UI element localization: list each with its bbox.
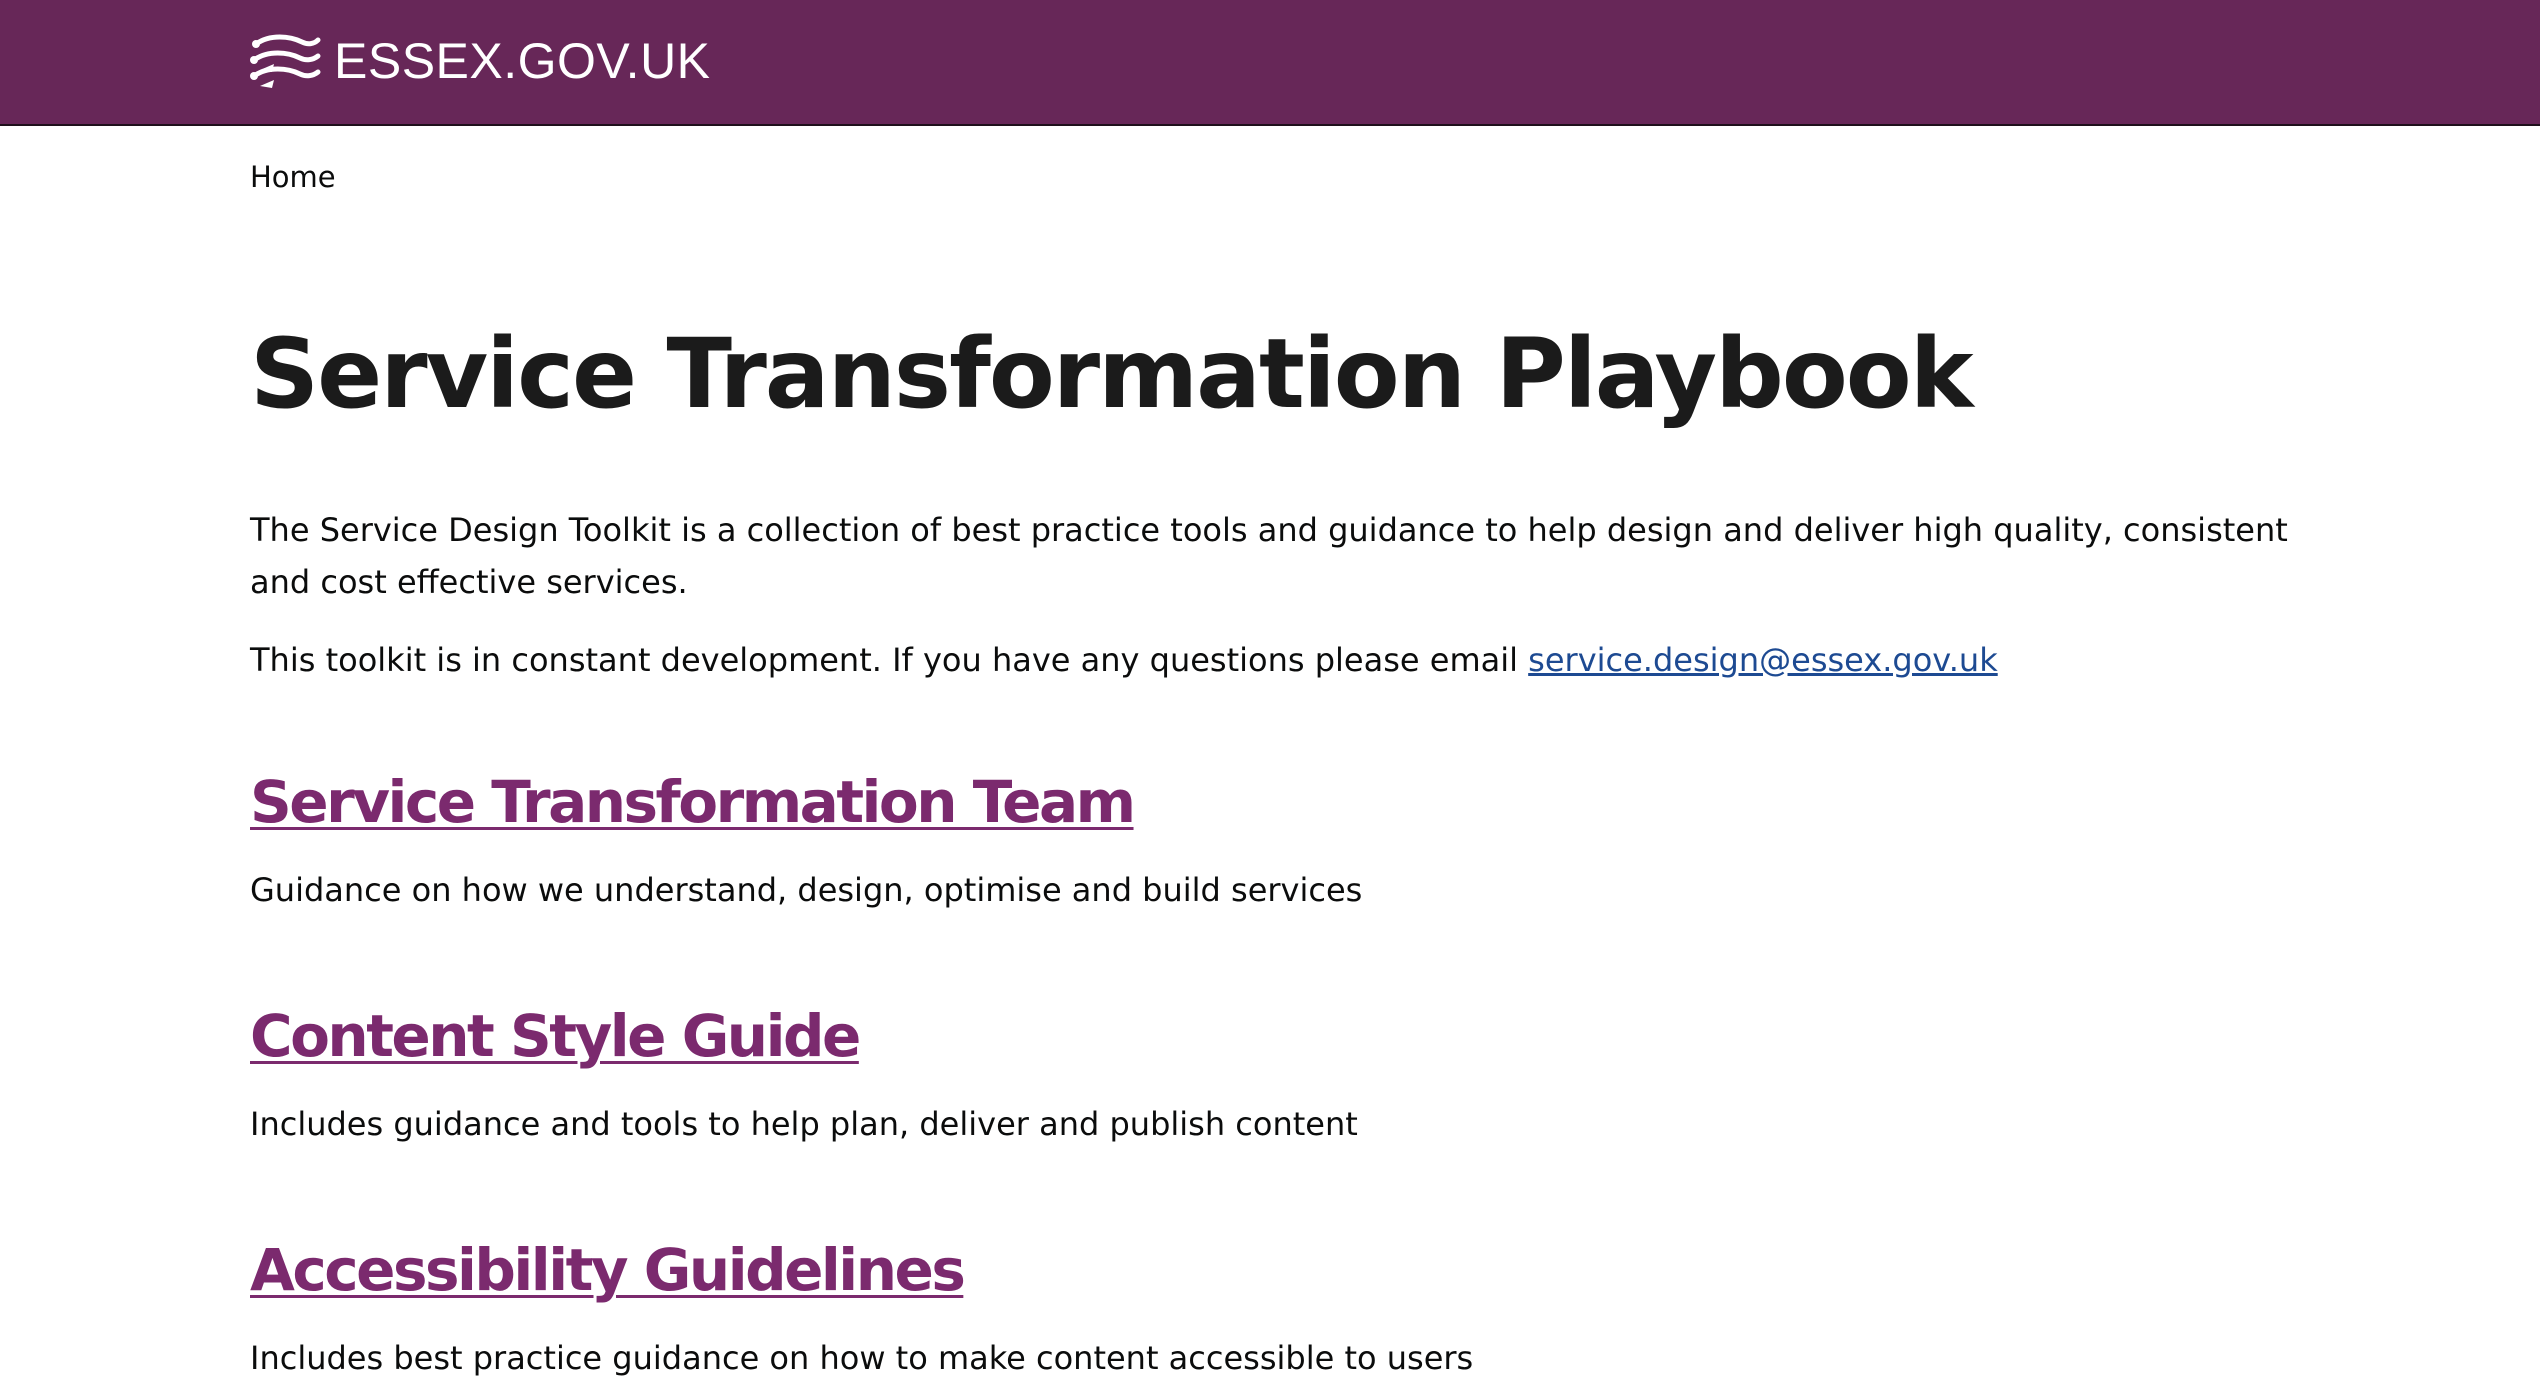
email-link[interactable]: service.design@essex.gov.uk [1528,641,1998,679]
essex-seaxes-icon [250,34,321,88]
contact-text: This toolkit is in constant development.… [250,641,1529,679]
section-description: Includes best practice guidance on how t… [250,1338,1474,1377]
section-description: Guidance on how we understand, design, o… [250,870,1363,909]
section-link-service-transformation-team[interactable]: Service Transformation Team [250,768,1136,836]
section-heading: Content Style Guide [250,1002,2290,1072]
section-link-accessibility-guidelines[interactable]: Accessibility Guidelines [250,1236,966,1304]
section-heading: Accessibility Guidelines [250,1236,2290,1306]
section-content-style-guide: Content Style Guide Includes guidance an… [250,1002,2290,1150]
section-accessibility-guidelines: Accessibility Guidelines Includes best p… [250,1236,2290,1384]
section-link-content-style-guide[interactable]: Content Style Guide [250,1002,861,1070]
section-heading: Service Transformation Team [250,768,2290,838]
breadcrumb-home[interactable]: Home [250,160,336,195]
site-header: ESSEX.GOV.UK [0,0,2540,126]
site-name: ESSEX.GOV.UK [334,33,711,89]
section-description: Includes guidance and tools to help plan… [250,1104,1358,1143]
essex-logo-link[interactable]: ESSEX.GOV.UK [250,30,711,92]
page-title: Service Transformation Playbook [250,318,1974,430]
intro-paragraph: The Service Design Toolkit is a collecti… [250,511,2288,601]
contact-paragraph: This toolkit is in constant development.… [250,634,1998,686]
section-service-transformation-team: Service Transformation Team Guidance on … [250,768,2290,916]
